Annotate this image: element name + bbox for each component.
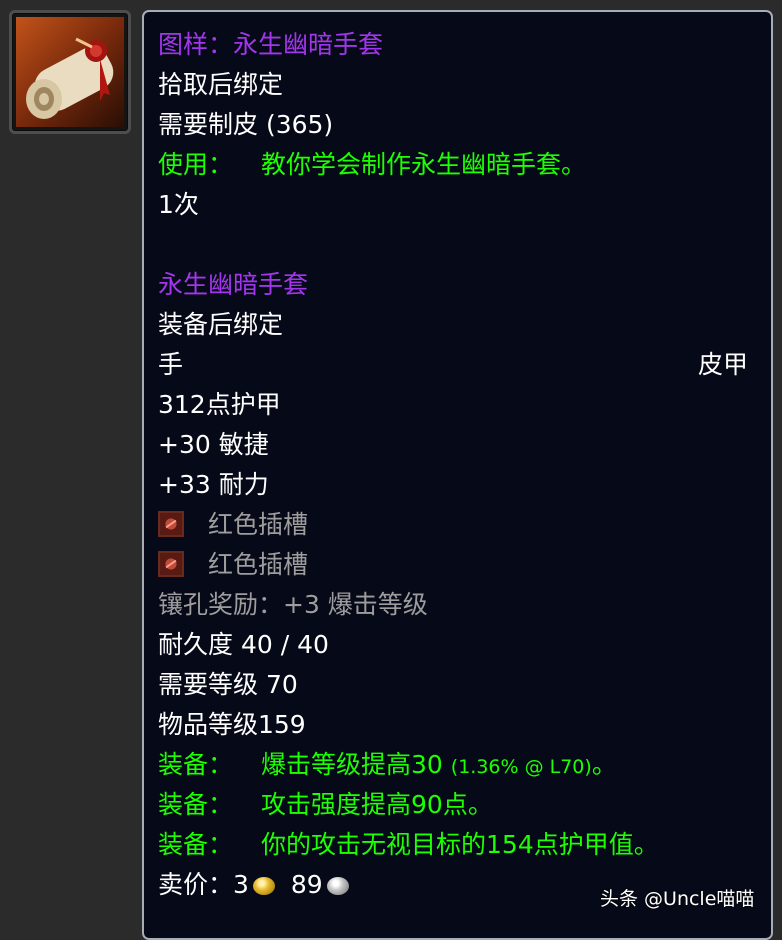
gold-coin-icon	[252, 877, 275, 895]
red-socket-icon	[158, 551, 184, 577]
socket-1: 红色插槽	[158, 505, 308, 545]
equip-prefix: 装备：	[158, 830, 234, 859]
equip-effect-armor-pen: 装备： 你的攻击无视目标的154点护甲值。	[158, 825, 659, 865]
pattern-use-effect: 使用： 教你学会制作永生幽暗手套。	[158, 145, 586, 185]
equip-ap-text: 攻击强度提高90点。	[261, 790, 493, 819]
use-text: 教你学会制作永生幽暗手套。	[261, 150, 587, 179]
equip-effect-crit: 装备： 爆击等级提高30 (1.36% @ L70)。	[158, 745, 617, 785]
equip-crit-end: 。	[591, 750, 617, 779]
sell-price: 卖价：3 89	[158, 865, 349, 905]
item-armor-type: 皮甲	[698, 350, 749, 379]
use-prefix: 使用：	[158, 150, 234, 179]
item-required-level: 需要等级 70	[158, 670, 298, 699]
item-armor: 312点护甲	[158, 390, 281, 419]
equip-armorpen-text: 你的攻击无视目标的154点护甲值。	[261, 830, 659, 859]
socket-bonus: 镶孔奖励：+3 爆击等级	[158, 590, 428, 619]
equip-crit-text: 爆击等级提高30	[261, 750, 443, 779]
item-slot: 手	[158, 350, 184, 379]
equip-effect-attack-power: 装备： 攻击强度提高90点。	[158, 785, 493, 825]
item-durability: 耐久度 40 / 40	[158, 630, 329, 659]
item-icon-frame[interactable]	[9, 10, 131, 134]
watermark: 头条 @Uncle喵喵	[600, 888, 755, 910]
sell-label: 卖价：	[158, 870, 234, 899]
item-stat-agility: +30 敏捷	[158, 430, 269, 459]
red-socket-icon	[158, 511, 184, 537]
sell-gold: 3	[233, 870, 249, 899]
item-name: 永生幽暗手套	[158, 270, 309, 299]
pattern-charges: 1次	[158, 190, 199, 219]
item-tooltip: 图样：永生幽暗手套 拾取后绑定 需要制皮 (365) 使用： 教你学会制作永生幽暗…	[142, 10, 773, 940]
pattern-bind-type: 拾取后绑定	[158, 70, 284, 99]
item-slot-row: 手 皮甲	[158, 345, 756, 385]
equip-prefix: 装备：	[158, 790, 234, 819]
item-level: 物品等级159	[158, 710, 306, 739]
silver-coin-icon	[326, 877, 349, 895]
socket-2-label: 红色插槽	[208, 550, 309, 579]
item-stat-stamina: +33 耐力	[158, 470, 269, 499]
equip-prefix: 装备：	[158, 750, 234, 779]
socket-2: 红色插槽	[158, 545, 308, 585]
equip-crit-percent: (1.36% @ L70)	[450, 756, 592, 778]
socket-1-label: 红色插槽	[208, 510, 309, 539]
sell-silver: 89	[290, 870, 323, 899]
item-bind-type: 装备后绑定	[158, 310, 284, 339]
pattern-requirement: 需要制皮 (365)	[158, 110, 334, 139]
recipe-scroll-icon	[16, 17, 124, 127]
pattern-title: 图样：永生幽暗手套	[158, 30, 384, 59]
